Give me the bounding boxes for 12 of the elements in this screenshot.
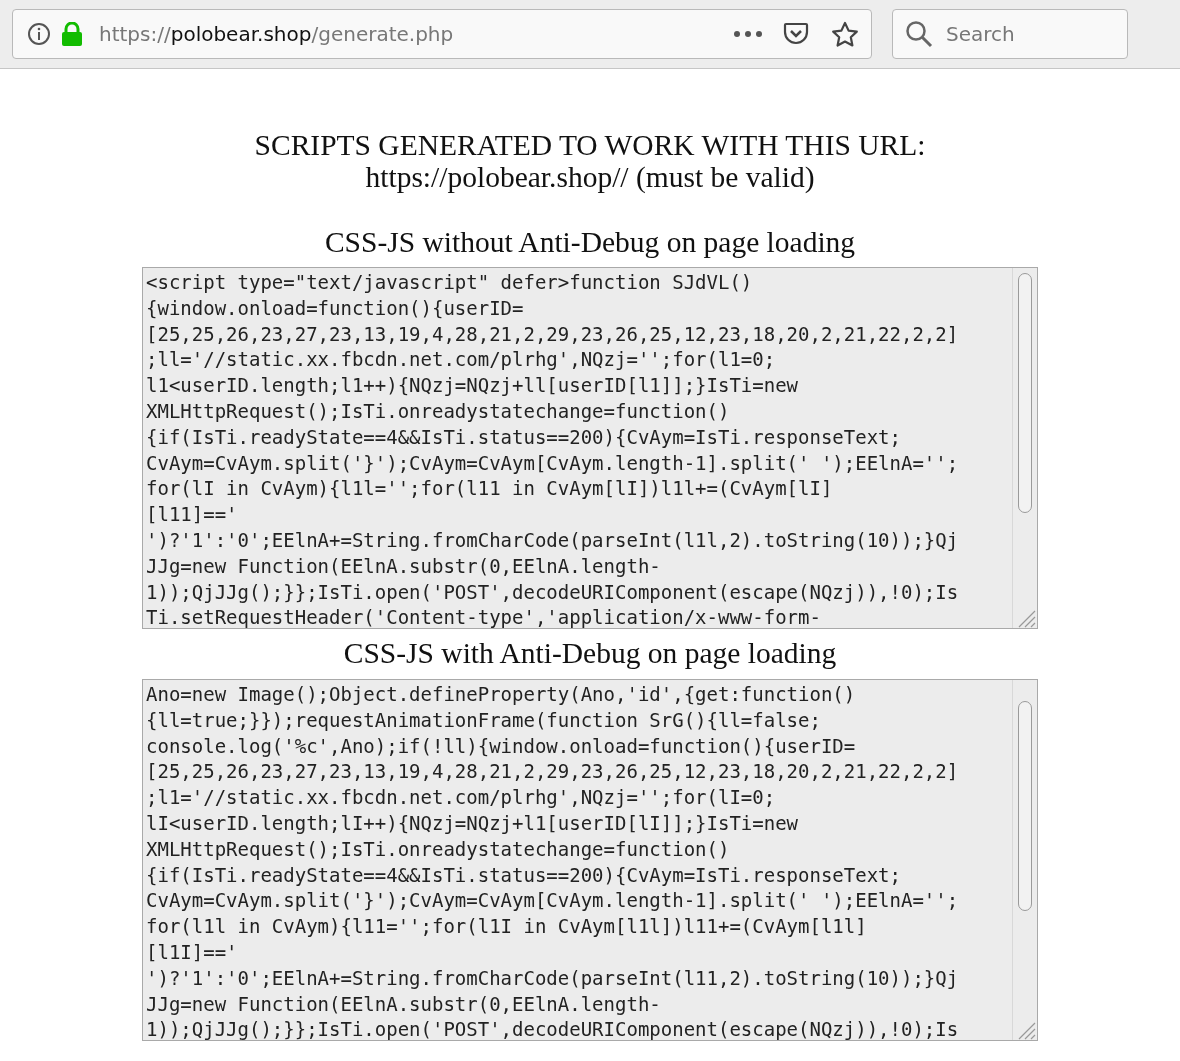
lock-icon[interactable] bbox=[61, 22, 83, 46]
more-icon[interactable] bbox=[733, 30, 763, 38]
info-icon[interactable] bbox=[27, 22, 51, 46]
heading-text: SCRIPTS GENERATED TO WORK WITH THIS URL: bbox=[254, 129, 926, 161]
address-bar[interactable]: https://polobear.shop/generate.php bbox=[12, 9, 872, 59]
section-title: CSS-JS without Anti-Debug on page loading bbox=[324, 225, 856, 259]
search-field[interactable]: Search bbox=[892, 9, 1128, 59]
pocket-icon[interactable] bbox=[783, 22, 809, 46]
star-icon[interactable] bbox=[831, 20, 859, 48]
heading-text: https://polobear.shop// (must be valid) bbox=[365, 161, 815, 193]
url-text[interactable]: https://polobear.shop/generate.php bbox=[99, 22, 723, 46]
section-title: CSS-JS with Anti-Debug on page loading bbox=[343, 636, 837, 670]
